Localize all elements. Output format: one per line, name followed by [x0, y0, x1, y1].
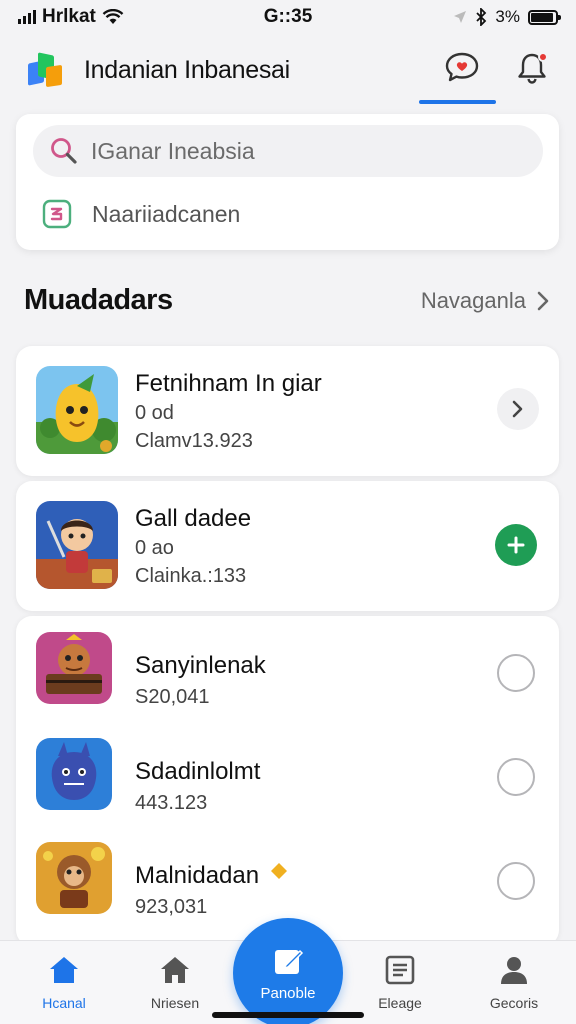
- chevron-right-icon: [537, 291, 549, 311]
- select-radio[interactable]: [497, 862, 535, 900]
- nav-item-list[interactable]: Eleage: [350, 955, 450, 1011]
- chat-icon: [445, 52, 479, 82]
- mango-character-icon: [36, 366, 118, 454]
- game-stat: Clamv13.923: [135, 430, 253, 452]
- game-card[interactable]: Fetnihnam In giar 0 od Clamv13.923: [16, 346, 559, 476]
- app-title: Indanian Inbanesai: [84, 55, 290, 84]
- notification-dot: [538, 52, 548, 62]
- home-outline-icon: [161, 957, 189, 983]
- search-icon: [51, 138, 77, 164]
- location-arrow-icon: [454, 11, 467, 23]
- battery-icon: [528, 9, 561, 25]
- app-logo-icon: [26, 50, 66, 90]
- wifi-icon: [102, 9, 124, 24]
- active-tab-indicator: [419, 100, 496, 104]
- filter-label: Naariiadcanen: [92, 200, 241, 227]
- nav-label: Gecoris: [489, 995, 539, 1011]
- monkey-fighter-icon: [36, 842, 112, 914]
- game-title: Sanyinlenak: [135, 652, 266, 679]
- game-subtitle: 0 od: [135, 402, 174, 424]
- gem-icon: [270, 863, 287, 879]
- filter-row[interactable]: Naariiadcanen: [42, 192, 240, 236]
- game-card[interactable]: Gall dadee 0 ao Clainka.:133: [16, 481, 559, 611]
- game-stat: 923,031: [135, 896, 208, 918]
- game-stat: Clainka.:133: [135, 565, 247, 587]
- section-link-label: Navaganla: [420, 288, 526, 313]
- search-input[interactable]: [91, 137, 511, 165]
- select-radio[interactable]: [497, 654, 535, 692]
- app-header: Indanian Inbanesai: [0, 34, 576, 106]
- status-bar: Hrlkat G::35 3%: [0, 0, 576, 34]
- list-icon: [385, 955, 415, 985]
- add-game-button[interactable]: [495, 524, 537, 566]
- nav-item-home[interactable]: Hcanal: [14, 955, 114, 1011]
- chat-button[interactable]: [440, 46, 484, 90]
- list-item[interactable]: Sanyinlenak S20,041: [16, 632, 559, 732]
- section-see-all-link[interactable]: Navaganla: [421, 288, 550, 314]
- bluetooth-icon: [476, 8, 487, 26]
- section-title: Muadadars: [24, 284, 173, 316]
- nav-item-explore[interactable]: Nriesen: [125, 955, 225, 1011]
- search-card: Naariiadcanen: [16, 114, 559, 250]
- notifications-button[interactable]: [510, 46, 554, 90]
- edit-icon: [275, 949, 304, 974]
- chest-monster-icon: [36, 632, 112, 704]
- blue-creature-icon: [36, 738, 112, 810]
- nav-item-profile[interactable]: Gecoris: [464, 955, 564, 1011]
- search-field[interactable]: [33, 125, 543, 177]
- select-radio[interactable]: [497, 758, 535, 796]
- chevron-right-icon: [512, 400, 523, 418]
- open-game-button[interactable]: [497, 388, 539, 430]
- game-stat: S20,041: [135, 686, 210, 708]
- game-title: Malnidadan: [135, 862, 288, 890]
- filter-card-icon: [42, 199, 72, 229]
- battery-percent: 3%: [495, 7, 520, 26]
- carrier-label: Hrlkat: [42, 6, 96, 27]
- profile-icon: [501, 957, 527, 984]
- home-icon: [50, 957, 78, 983]
- game-title-text: Malnidadan: [135, 862, 260, 889]
- home-indicator: [212, 1012, 364, 1018]
- signal-icon: [18, 10, 36, 24]
- plus-icon: [507, 536, 525, 554]
- warrior-boy-icon: [36, 501, 118, 589]
- nav-label: Eleage: [378, 995, 422, 1011]
- fab-label: Panoble: [260, 984, 316, 1002]
- nav-label: Hcanal: [42, 995, 86, 1011]
- create-fab-button[interactable]: Panoble: [233, 918, 343, 1024]
- game-title: Fetnihnam In giar: [135, 370, 322, 397]
- nav-label: Nriesen: [150, 995, 200, 1011]
- game-title: Sdadinlolmt: [135, 758, 261, 785]
- game-stat: 443.123: [135, 792, 208, 814]
- game-subtitle: 0 ao: [135, 537, 174, 559]
- game-list-card: Sanyinlenak S20,041 Sdadinlolmt 443.123: [16, 616, 559, 946]
- game-title: Gall dadee: [135, 505, 252, 532]
- list-item[interactable]: Sdadinlolmt 443.123: [16, 738, 559, 838]
